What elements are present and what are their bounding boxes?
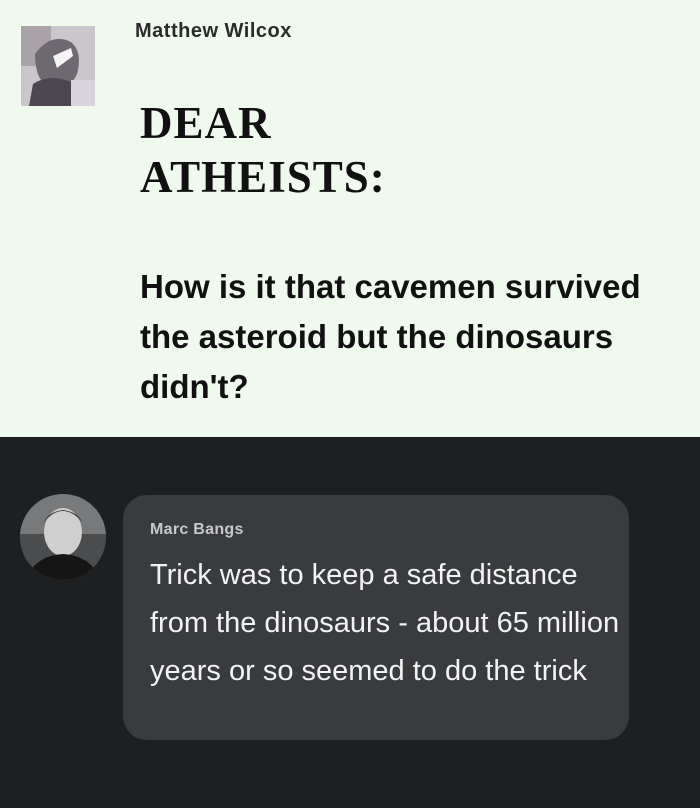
- comment-text: Trick was to keep a safe distance from t…: [150, 559, 620, 687]
- post-headline: DEAR ATHEISTS:: [140, 96, 680, 204]
- comment-bubble: Marc Bangs Trick was to keep a safe dist…: [123, 495, 629, 740]
- avatar-photo-icon: [21, 26, 95, 106]
- avatar-photo-icon: [20, 494, 106, 580]
- post-author-avatar[interactable]: [21, 26, 95, 106]
- comment-author-avatar[interactable]: [20, 494, 106, 580]
- headline-line: ATHEISTS:: [140, 152, 386, 202]
- comment-author-name[interactable]: Marc Bangs: [150, 521, 244, 539]
- post-author-name[interactable]: Matthew Wilcox: [135, 20, 292, 43]
- headline-line: DEAR: [140, 98, 272, 148]
- comment-section: Marc Bangs Trick was to keep a safe dist…: [0, 437, 700, 808]
- post-question: How is it that cavemen survived the aste…: [140, 268, 641, 405]
- original-post: Matthew Wilcox DEAR ATHEISTS: How is it …: [0, 0, 700, 437]
